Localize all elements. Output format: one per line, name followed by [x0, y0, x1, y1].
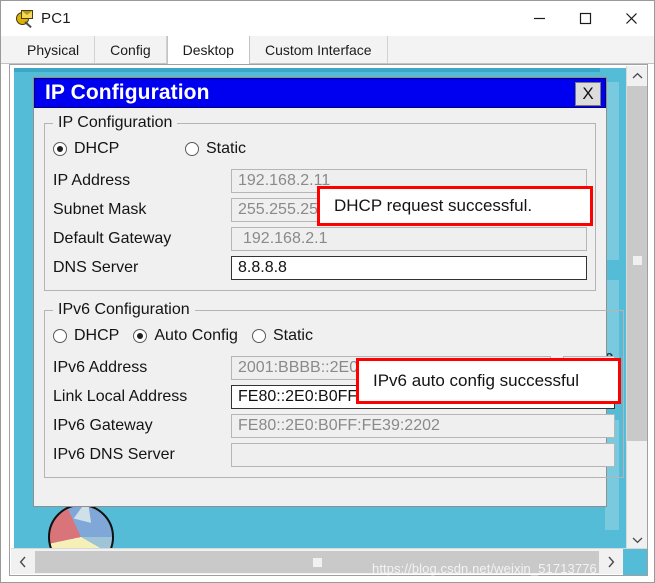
desktop-pane: Dialer Editor Firewall te	[9, 64, 648, 576]
ip-configuration-dialog: IP Configuration X IP Configuration DHCP	[33, 77, 625, 507]
maximize-icon[interactable]	[562, 1, 608, 36]
ipv4-group-legend: IP Configuration	[58, 114, 173, 131]
window-controls	[516, 1, 654, 36]
tab-desktop[interactable]: Desktop	[166, 36, 250, 64]
annotation-ipv6-success: IPv6 auto config successful	[356, 358, 621, 404]
scrollbar-corner	[623, 549, 647, 575]
field-label: IP Address	[53, 171, 131, 189]
ipv6-group-legend: IPv6 Configuration	[58, 301, 190, 318]
ipv6-mode-radios: DHCP Auto Config Static	[53, 323, 615, 349]
desktop-canvas: Dialer Editor Firewall te	[14, 68, 626, 548]
radio-ipv6-static[interactable]: Static	[251, 327, 313, 345]
chevron-up-icon[interactable]	[627, 66, 647, 86]
vertical-scroll-track[interactable]	[627, 86, 647, 530]
vertical-scrollbar[interactable]	[626, 66, 647, 550]
field-label: IPv6 DNS Server	[53, 445, 175, 463]
radio-label: Static	[272, 327, 313, 344]
annotation-dhcp-success: DHCP request successful.	[317, 186, 593, 226]
ipv6-dns-server-input[interactable]	[231, 442, 616, 467]
field-label: Subnet Mask	[53, 200, 147, 218]
minimize-icon[interactable]	[516, 1, 562, 36]
horizontal-scrollbar[interactable]	[11, 548, 647, 575]
radio-ipv4-dhcp[interactable]: DHCP	[53, 140, 185, 158]
field-dns-server: DNS Server 8.8.8.8	[53, 253, 587, 282]
radio-dot-icon	[53, 329, 67, 343]
radio-dot-icon	[133, 329, 148, 343]
horizontal-scroll-thumb[interactable]	[35, 551, 599, 573]
tab-custom-interface[interactable]: Custom Interface	[249, 36, 388, 63]
field-ipv6-dns-server: IPv6 DNS Server	[53, 440, 616, 469]
annotation-text: DHCP request successful.	[334, 196, 533, 215]
radio-dot-icon	[185, 142, 199, 156]
radio-ipv4-static[interactable]: Static	[185, 140, 246, 158]
radio-dot-icon	[251, 329, 266, 343]
radio-ipv6-auto-config[interactable]: Auto Config	[133, 327, 238, 345]
field-label: DNS Server	[53, 258, 139, 276]
dialog-title: IP Configuration	[45, 81, 210, 104]
field-label: Default Gateway	[53, 229, 172, 247]
default-gateway-input[interactable]: 192.168.2.1	[231, 226, 587, 251]
close-icon[interactable]	[608, 1, 654, 36]
field-default-gateway: Default Gateway 192.168.2.1	[53, 224, 587, 253]
tab-config[interactable]: Config	[95, 36, 167, 63]
annotation-text: IPv6 auto config successful	[373, 371, 580, 390]
chevron-down-icon[interactable]	[627, 530, 647, 550]
dialog-titlebar: IP Configuration X	[34, 78, 606, 108]
packet-tracer-icon	[14, 9, 34, 29]
field-label: IPv6 Gateway	[53, 416, 153, 434]
dialog-body: IP Configuration DHCP Static IP Address …	[34, 108, 625, 478]
tab-physical[interactable]: Physical	[12, 36, 96, 63]
field-label: IPv6 Address	[53, 358, 148, 376]
vertical-scroll-thumb[interactable]	[627, 86, 647, 441]
pie-chart-icon	[48, 497, 114, 548]
dns-server-input[interactable]: 8.8.8.8	[231, 255, 587, 280]
field-label: Link Local Address	[53, 387, 188, 405]
radio-label: Static	[206, 140, 247, 157]
radio-dot-icon	[53, 142, 67, 156]
chevron-right-icon[interactable]	[599, 549, 623, 575]
window-title: PC1	[41, 10, 71, 27]
radio-label: DHCP	[74, 140, 120, 157]
radio-label: DHCP	[74, 327, 120, 344]
radio-label: Auto Config	[154, 327, 238, 344]
field-ipv6-gateway: IPv6 Gateway FE80::2E0:B0FF:FE39:2202	[53, 411, 616, 440]
chevron-left-icon[interactable]	[11, 549, 35, 575]
ipv4-mode-radios: DHCP Static	[53, 136, 587, 162]
tab-bar: Physical Config Desktop Custom Interface	[1, 36, 654, 64]
ipv6-gateway-input[interactable]: FE80::2E0:B0FF:FE39:2202	[231, 413, 616, 438]
window-titlebar: PC1	[1, 1, 654, 36]
desktop-top-divider	[14, 68, 626, 72]
pc1-window: PC1 Physical Config Desktop Custom Inter…	[0, 0, 655, 583]
radio-ipv6-dhcp[interactable]: DHCP	[53, 327, 119, 345]
dialog-close-button[interactable]: X	[575, 82, 601, 106]
